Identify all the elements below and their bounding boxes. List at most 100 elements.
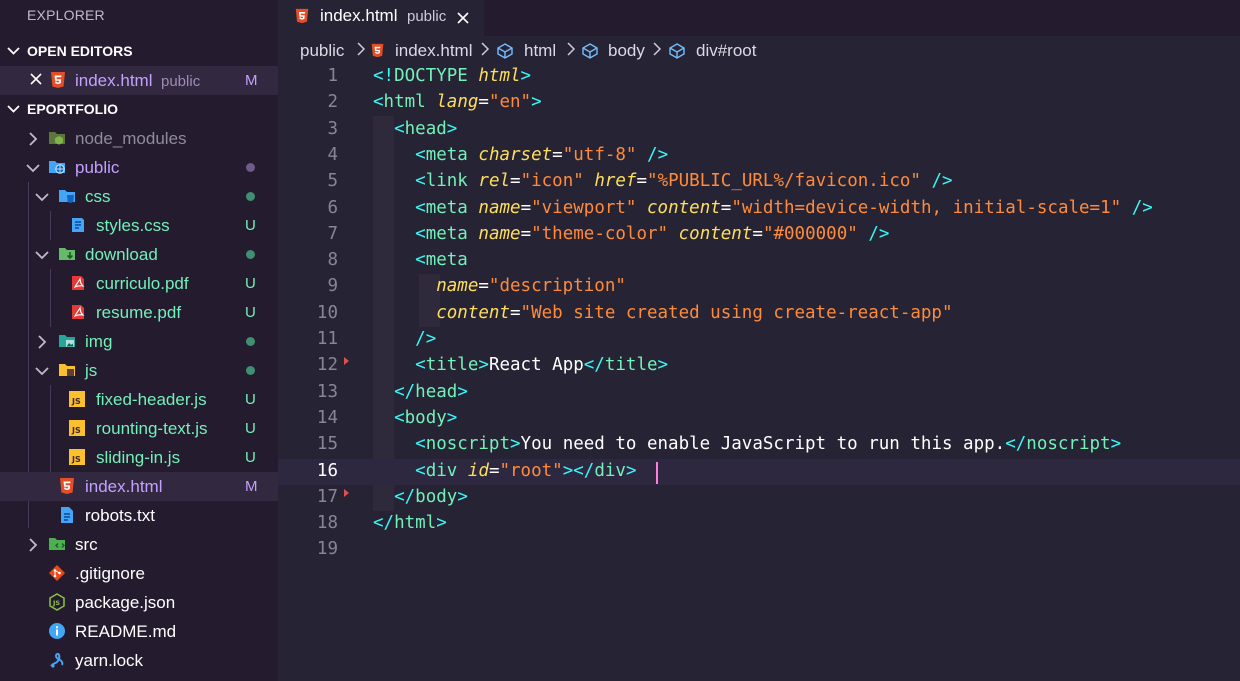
code-line[interactable]: 16 <div id="root"></div>: [278, 458, 1240, 485]
line-number: 18: [316, 513, 338, 534]
breadcrumb-item[interactable]: div#root: [696, 41, 756, 61]
tree-item-fixed-header-js[interactable]: JS fixed-header.js U: [0, 385, 278, 414]
code-line[interactable]: 4 <meta charset="utf-8" />: [278, 143, 1240, 169]
breadcrumb-item[interactable]: html: [524, 41, 556, 61]
line-number: 15: [316, 434, 338, 455]
untracked-badge: U: [245, 449, 256, 466]
code-token: <: [415, 144, 426, 165]
tab-index-html[interactable]: index.html public: [278, 0, 484, 36]
code-token: </: [583, 355, 605, 376]
code-line[interactable]: 10 content="Web site created using creat…: [278, 301, 1240, 327]
code-line[interactable]: 8 <meta: [278, 248, 1240, 274]
open-editors-section[interactable]: OPEN EDITORS: [0, 37, 278, 65]
breadcrumb: public index.html html body div#root: [278, 36, 1240, 66]
tree-item-download[interactable]: download: [0, 240, 278, 269]
code-token: name: [478, 197, 521, 218]
open-editor-filename: index.html: [75, 71, 153, 90]
code-line[interactable]: 14 <body>: [278, 406, 1240, 432]
code-line[interactable]: 6 <meta name="viewport" content="width=d…: [278, 196, 1240, 222]
code-token: html: [383, 92, 426, 113]
code-token: =: [720, 197, 732, 218]
tree-item-img[interactable]: img: [0, 327, 278, 356]
code-token: content: [647, 197, 721, 218]
close-icon[interactable]: [29, 72, 43, 86]
untracked-dot: [246, 366, 255, 375]
code-token: noscript: [425, 434, 510, 455]
untracked-dot: [246, 192, 255, 201]
code-line[interactable]: 3 <head>: [278, 117, 1240, 143]
code-token: <: [415, 355, 426, 376]
code-line[interactable]: 15 <noscript>You need to enable JavaScri…: [278, 432, 1240, 458]
chevron-right-icon: [653, 42, 662, 56]
tree-item-sliding-in-js[interactable]: JS sliding-in.js U: [0, 443, 278, 472]
code-token: >: [446, 407, 458, 428]
tree-item-styles-css[interactable]: styles.css U: [0, 211, 278, 240]
code-token: </: [1005, 434, 1027, 455]
tree-item-node-modules[interactable]: node_modules: [0, 124, 278, 153]
open-editor-item[interactable]: index.html public M: [0, 66, 278, 95]
close-icon[interactable]: [456, 11, 470, 25]
code-line[interactable]: 17 </body>: [278, 485, 1240, 511]
line-number: 5: [327, 171, 338, 192]
code-line[interactable]: 1 <!DOCTYPE html>: [278, 64, 1240, 90]
breadcrumb-item[interactable]: index.html: [395, 41, 472, 61]
tree-item-curriculo-pdf[interactable]: curriculo.pdf U: [0, 269, 278, 298]
line-number: 17: [316, 486, 338, 507]
tree-item-public[interactable]: public: [0, 153, 278, 182]
tree-item-css[interactable]: css: [0, 182, 278, 211]
tree-item-rounting-text-js[interactable]: JS rounting-text.js U: [0, 414, 278, 443]
tree-item-resume-pdf[interactable]: resume.pdf U: [0, 298, 278, 327]
code-token: "root": [499, 460, 563, 481]
tree-item-label: public: [75, 158, 120, 177]
breadcrumb-item[interactable]: public: [300, 41, 344, 61]
project-section[interactable]: EPORTFOLIO: [0, 95, 278, 123]
code-line[interactable]: 7 <meta name="theme-color" content="#000…: [278, 222, 1240, 248]
code-line[interactable]: 13 </head>: [278, 380, 1240, 406]
tree-item-yarn-lock[interactable]: yarn.lock: [0, 646, 278, 675]
tree-item-gitignore[interactable]: .gitignore: [0, 559, 278, 588]
code-line[interactable]: 2 <html lang="en">: [278, 90, 1240, 116]
code-token: "utf-8": [562, 144, 637, 165]
tree-item-js[interactable]: js: [0, 356, 278, 385]
code-line[interactable]: 11 />: [278, 327, 1240, 353]
tree-item-readme-md[interactable]: README.md: [0, 617, 278, 646]
breadcrumb-item[interactable]: body: [608, 41, 645, 61]
code-line[interactable]: 9 name="description": [278, 274, 1240, 300]
tree-item-label: robots.txt: [85, 506, 155, 525]
js-file-icon: JS: [69, 391, 85, 407]
code-line[interactable]: 19: [278, 537, 1240, 563]
tree-item-src[interactable]: src: [0, 530, 278, 559]
line-number: 4: [327, 144, 338, 165]
code-line[interactable]: 5 <link rel="icon" href="%PUBLIC_URL%/fa…: [278, 169, 1240, 195]
code-token: meta: [425, 197, 468, 218]
code-token: title: [425, 355, 479, 376]
code-text: <div id="root"></div>: [373, 461, 636, 481]
html-file-icon: [51, 72, 65, 88]
breakpoint-marker[interactable]: [344, 357, 349, 366]
css-file-icon: [72, 218, 84, 232]
js-file-icon: JS: [69, 449, 85, 465]
code-token: html: [394, 513, 437, 534]
code-line[interactable]: 18 </html>: [278, 511, 1240, 537]
code-line[interactable]: 12 <title>React App</title>: [278, 353, 1240, 379]
git-icon: [49, 565, 65, 581]
breakpoint-marker[interactable]: [344, 488, 349, 497]
tree-item-package-json[interactable]: JS package.json: [0, 588, 278, 617]
tree-item-index-html[interactable]: index.html M: [0, 472, 278, 501]
svg-text:JS: JS: [71, 426, 81, 435]
code-token: >: [510, 434, 521, 455]
tree-item-robots-txt[interactable]: robots.txt: [0, 501, 278, 530]
untracked-badge: U: [245, 304, 256, 321]
code-token: <: [415, 223, 426, 244]
